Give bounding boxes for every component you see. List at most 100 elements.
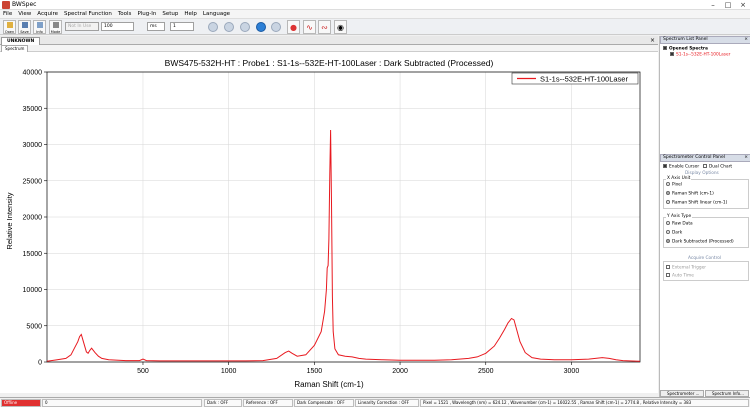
x-tick-label: 3000	[564, 368, 580, 375]
integration-time-input[interactable]: 100	[101, 22, 134, 31]
radio-raman-shift[interactable]: Raman Shift (cm-1)	[666, 191, 714, 197]
close-button[interactable]: ×	[736, 0, 750, 10]
menu-spectral-function[interactable]: Spectral Function	[61, 10, 115, 19]
status-reference: Reference : OFF	[243, 399, 293, 407]
mode-button[interactable]: Mode	[49, 20, 62, 34]
radio-dot	[666, 221, 670, 225]
spectrum-chart[interactable]: BWS475-532H-HT : Probe1 : S1-1s--532E-HT…	[0, 52, 658, 393]
save-button[interactable]: Save	[18, 20, 31, 34]
chart-area[interactable]: BWS475-532H-HT : Probe1 : S1-1s--532E-HT…	[0, 52, 658, 393]
tab-unknown[interactable]: UNKNOWN	[1, 37, 41, 45]
info-icon	[37, 22, 43, 28]
x-tick-label: 2000	[392, 368, 408, 375]
checkbox-box	[666, 273, 670, 277]
status-dark: Dark : OFF	[204, 399, 242, 407]
menu-language[interactable]: Language	[200, 10, 233, 19]
y-tick-label: 15000	[23, 251, 43, 258]
chart-title: BWS475-532H-HT : Probe1 : S1-1s--532E-HT…	[165, 58, 494, 68]
folder-icon	[7, 22, 13, 28]
menu-plug-in[interactable]: Plug-In	[134, 10, 159, 19]
checkbox-box	[666, 265, 670, 269]
dual-chart-checkbox[interactable]: Dual Chart	[703, 164, 732, 170]
y-tick-label: 0	[38, 360, 42, 367]
tree-item-spectrum[interactable]: S1-1s--532E-HT-100Laser	[670, 52, 730, 58]
status-value: 0	[42, 399, 202, 407]
record-icon[interactable]: ●	[287, 20, 300, 34]
peak-icon[interactable]: ∾	[318, 20, 331, 34]
x-axis-label: Raman Shift (cm-1)	[294, 380, 364, 389]
continuous-icon[interactable]	[240, 22, 250, 32]
save-icon	[22, 22, 28, 28]
tree-root[interactable]: Opened Spectra	[663, 46, 708, 52]
tree-checkbox[interactable]	[663, 46, 667, 50]
spectrum-tab-strip: Spectrum	[0, 45, 658, 52]
radio-dot	[666, 182, 670, 186]
radio-raw-data[interactable]: Raw Data	[666, 221, 693, 227]
time-unit-select[interactable]: ms	[147, 22, 165, 31]
legend: S1-1s--532E-HT-100Laser	[511, 72, 639, 85]
enable-cursor-checkbox[interactable]: Enable Cursor	[663, 164, 699, 170]
tree-item-checkbox[interactable]	[670, 52, 674, 56]
chart-tool-icon[interactable]: ∿	[303, 20, 316, 34]
play-icon[interactable]	[208, 22, 218, 32]
menu-acquire[interactable]: Acquire	[34, 10, 61, 19]
toolbar: Open Save Info Mode Not In Use 100 ms 1 …	[0, 19, 750, 35]
tab-spectrum[interactable]: Spectrum	[1, 45, 29, 52]
radio-dot	[666, 239, 670, 243]
x-axis-group-title: X Axis Unit	[666, 176, 692, 181]
maximize-button[interactable]: □	[721, 0, 735, 10]
x-tick-label: 1000	[221, 368, 237, 375]
radio-dark[interactable]: Dark	[666, 230, 682, 236]
average-input[interactable]: 1	[170, 22, 194, 31]
document-tab-strip: UNKNOWN ×	[0, 36, 658, 45]
step-icon[interactable]	[224, 22, 234, 32]
panel-close-icon[interactable]: ×	[744, 37, 748, 43]
y-tick-label: 5000	[26, 323, 42, 330]
stop-icon[interactable]	[256, 22, 266, 32]
menu-help[interactable]: Help	[181, 10, 200, 19]
control-panel-header: Spectrometer Control Panel ×	[660, 154, 750, 162]
menu-view[interactable]: View	[15, 10, 34, 19]
spectrum-list-header: Spectrum List Panel ×	[660, 36, 750, 44]
external-trigger-checkbox[interactable]: External Trigger	[666, 265, 706, 271]
status-state: Offline	[1, 399, 41, 407]
menu-tools[interactable]: Tools	[115, 10, 135, 19]
x-tick-label: 2500	[478, 368, 494, 375]
radio-raman-linear[interactable]: Raman Shift linear (cm-1)	[666, 200, 727, 206]
radio-dot	[666, 200, 670, 204]
status-bar: Offline 0 Dark : OFF Reference : OFF Dar…	[0, 397, 750, 407]
radio-pixel[interactable]: Pixel	[666, 182, 682, 188]
tab-close-icon[interactable]: ×	[650, 36, 655, 45]
pause-icon[interactable]	[271, 22, 281, 32]
camera-icon[interactable]: ◉	[334, 20, 347, 34]
tab-spectrum-info[interactable]: Spectrum Info...	[705, 390, 749, 397]
menu-setup[interactable]: Setup	[159, 10, 181, 19]
legend-label: S1-1s--532E-HT-100Laser	[540, 75, 628, 84]
series-line	[46, 129, 641, 362]
y-axis-label: Relative Intensity	[5, 192, 14, 249]
panel-close-icon[interactable]: ×	[744, 155, 748, 161]
radio-dot	[666, 191, 670, 195]
info-button[interactable]: Info	[33, 20, 46, 34]
y-tick-label: 35000	[23, 106, 43, 113]
y-tick-label: 40000	[23, 70, 43, 77]
menu-file[interactable]: File	[0, 10, 15, 19]
minimize-button[interactable]: –	[706, 0, 720, 10]
checkbox-box	[703, 164, 707, 168]
right-panel: Spectrum List Panel × Opened Spectra S1-1…	[659, 36, 750, 397]
x-tick-label: 500	[137, 368, 149, 375]
auto-time-checkbox[interactable]: Auto Time	[666, 273, 694, 279]
status-cursor-readout: Pixel = 1521 , Wavelength (nm) = 624.12 …	[420, 399, 749, 407]
app-icon	[2, 1, 10, 9]
radio-dot	[666, 230, 670, 234]
y-tick-label: 30000	[23, 142, 43, 149]
mode-icon	[53, 22, 59, 28]
checkbox-box	[663, 164, 667, 168]
window-title: BWSpec	[12, 1, 37, 8]
y-tick-label: 25000	[23, 178, 43, 185]
radio-dark-subtracted[interactable]: Dark Subtracted (Processed)	[666, 239, 734, 245]
x-tick-label: 1500	[307, 368, 323, 375]
tab-spectrometer[interactable]: Spectrometer ...	[660, 390, 704, 397]
open-button[interactable]: Open	[3, 20, 16, 34]
y-tick-label: 20000	[23, 215, 43, 222]
